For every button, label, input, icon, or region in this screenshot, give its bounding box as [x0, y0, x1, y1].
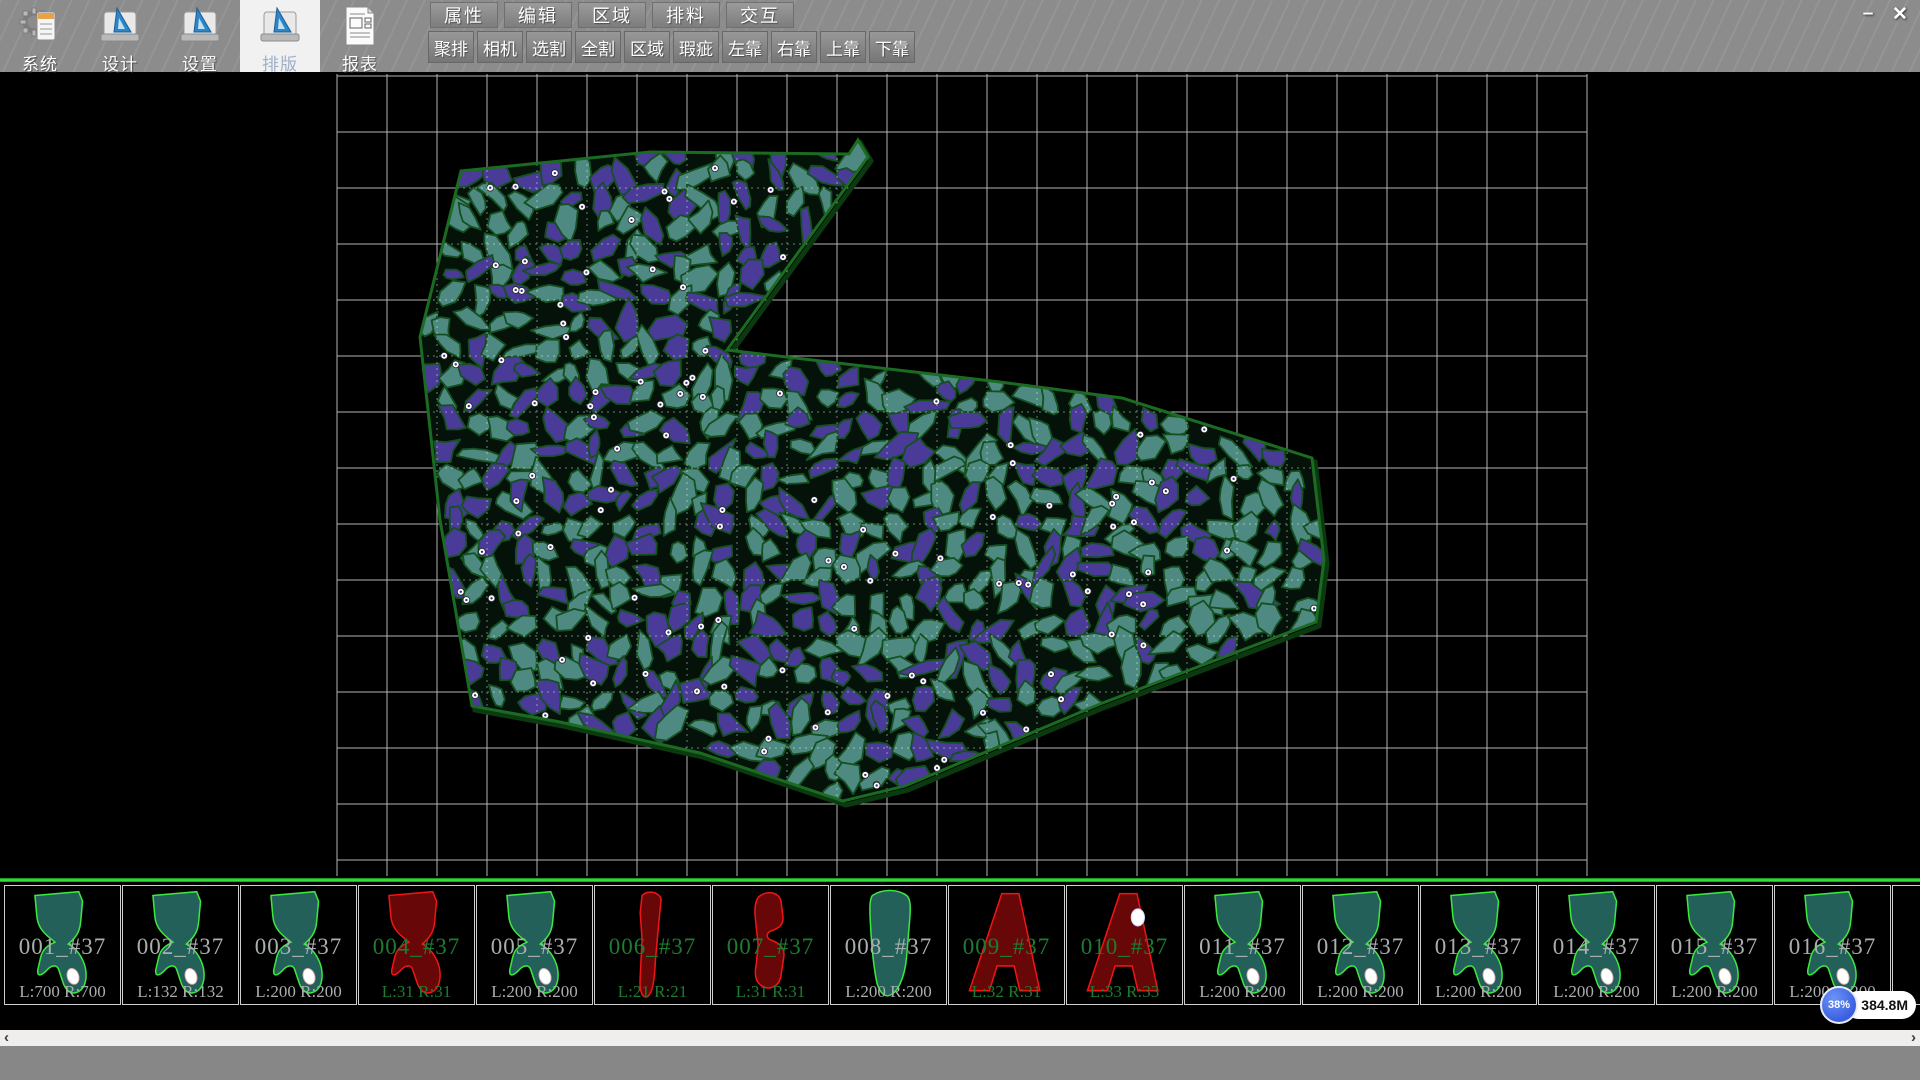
menu-button-row2-3[interactable]: 全割	[575, 31, 621, 63]
menu-button-row2-6[interactable]: 左靠	[722, 31, 768, 63]
piece-lr-count: L:200 R:200	[1539, 982, 1654, 1002]
piece-id: 002_#37	[123, 934, 238, 960]
piece-lr-count: L:700 R:700	[5, 982, 120, 1002]
piece-lr-count: L:200 R:200	[1185, 982, 1300, 1002]
piece-thumbnail[interactable]: 005_#37 L:200 R:200	[476, 885, 593, 1005]
piece-id: 011_#37	[1185, 934, 1300, 960]
menu-button-row2-2[interactable]: 选割	[526, 31, 572, 63]
tab-settings[interactable]: 设置	[160, 0, 240, 72]
piece-thumbnail[interactable]: 004_#37 L:31 R:31	[358, 885, 475, 1005]
menu-row-2: 聚排相机选割全割区域瑕疵左靠右靠上靠下靠	[428, 31, 918, 63]
menu-button-row2-7[interactable]: 右靠	[771, 31, 817, 63]
piece-thumbnail[interactable]: 006_#37 L:21 R:21	[594, 885, 711, 1005]
piece-thumbnail[interactable]: 008_#37 L:200 R:200	[830, 885, 947, 1005]
main-tabbar: 系统设计设置排版报表	[0, 0, 400, 72]
tab-report[interactable]: 报表	[320, 0, 400, 72]
menu-button-row2-8[interactable]: 上靠	[820, 31, 866, 63]
menu-button-row1-1[interactable]: 编辑	[504, 2, 572, 28]
piece-lr-count: L:200 R:200	[1657, 982, 1772, 1002]
piece-id: 010_#37	[1067, 934, 1182, 960]
piece-id: 015_#37	[1657, 934, 1772, 960]
piece-id: 009_#37	[949, 934, 1064, 960]
menu-button-row2-1[interactable]: 相机	[477, 31, 523, 63]
piece-lr-count: L:200 R:200	[1303, 982, 1418, 1002]
piece-lr-count: L:200 R:200	[241, 982, 356, 1002]
menu-button-row1-4[interactable]: 交互	[726, 2, 794, 28]
piece-lr-count: L:33 R:33	[1067, 982, 1182, 1002]
report-icon	[337, 4, 383, 48]
memory-value: 384.8M	[1861, 997, 1908, 1013]
menu-button-row1-0[interactable]: 属性	[430, 2, 498, 28]
piece-thumbnail[interactable]: 002_#37 L:132 R:132	[122, 885, 239, 1005]
piece-id: 016_#37	[1775, 934, 1890, 960]
piece-shape	[1895, 886, 1920, 1004]
horizontal-scrollbar[interactable]: ‹ ›	[0, 1030, 1920, 1046]
piece-thumbnail[interactable]: 009_#37 L:32 R:31	[948, 885, 1065, 1005]
nesting-canvas[interactable]	[0, 72, 1920, 878]
piece-thumbnail[interactable]: 012_#37 L:200 R:200	[1302, 885, 1419, 1005]
piece-id: 005_#37	[477, 934, 592, 960]
piece-id: 004_#37	[359, 934, 474, 960]
piece-lr-count: L:200 R:200	[1421, 982, 1536, 1002]
piece-lr-count: L:31 R:31	[713, 982, 828, 1002]
scroll-left-icon[interactable]: ‹	[0, 1031, 13, 1045]
utilization-percent: 38%	[1828, 999, 1850, 1011]
menu-button-row2-5[interactable]: 瑕疵	[673, 31, 719, 63]
scroll-right-icon[interactable]: ›	[1907, 1031, 1920, 1045]
piece-id: 003_#37	[241, 934, 356, 960]
utilization-badge: 38%	[1820, 986, 1858, 1024]
piece-thumbnail[interactable]: 013_#37 L:200 R:200	[1420, 885, 1537, 1005]
close-button[interactable]: ✕	[1884, 2, 1916, 26]
piece-lr-count: L:200 R:200	[831, 982, 946, 1002]
window-controls: – ✕	[1852, 2, 1916, 26]
menu-row-1: 属性编辑区域排料交互	[430, 2, 800, 28]
piece-thumbnail[interactable]: 007_#37 L:31 R:31	[712, 885, 829, 1005]
piece-thumbnail[interactable]: 003_#37 L:200 R:200	[240, 885, 357, 1005]
piece-id: 012_#37	[1303, 934, 1418, 960]
minimize-button[interactable]: –	[1852, 2, 1884, 26]
tab-design[interactable]: 设计	[80, 0, 160, 72]
piece-lr-count: L:200 R:200	[477, 982, 592, 1002]
piece-thumbnail[interactable]	[1892, 885, 1920, 1005]
bottom-bar	[0, 1046, 1920, 1080]
menu-button-row2-9[interactable]: 下靠	[869, 31, 915, 63]
menu-button-row1-2[interactable]: 区域	[578, 2, 646, 28]
system-icon	[17, 4, 63, 48]
piece-id: 001_#37	[5, 934, 120, 960]
piece-lr-count: L:132 R:132	[123, 982, 238, 1002]
application-window: 系统设计设置排版报表 属性编辑区域排料交互 聚排相机选割全割区域瑕疵左靠右靠上靠…	[0, 0, 1920, 1080]
piece-lr-count: L:31 R:31	[359, 982, 474, 1002]
piece-thumbnail[interactable]: 014_#37 L:200 R:200	[1538, 885, 1655, 1005]
layout-icon	[257, 4, 303, 48]
menu-button-row2-0[interactable]: 聚排	[428, 31, 474, 63]
piece-id: 006_#37	[595, 934, 710, 960]
piece-id: 014_#37	[1539, 934, 1654, 960]
piece-thumbnail[interactable]: 010_#37 L:33 R:33	[1066, 885, 1183, 1005]
piece-thumbnail[interactable]: 011_#37 L:200 R:200	[1184, 885, 1301, 1005]
toolbar: 系统设计设置排版报表 属性编辑区域排料交互 聚排相机选割全割区域瑕疵左靠右靠上靠…	[0, 0, 1920, 72]
menu-button-row2-4[interactable]: 区域	[624, 31, 670, 63]
piece-lr-count: L:21 R:21	[595, 982, 710, 1002]
piece-thumbnail[interactable]: 015_#37 L:200 R:200	[1656, 885, 1773, 1005]
tab-system[interactable]: 系统	[0, 0, 80, 72]
piece-id: 013_#37	[1421, 934, 1536, 960]
piece-thumbnail-strip: 001_#37L:700 R:700002_#37L:132 R:132003_…	[0, 882, 1920, 1008]
design-icon	[97, 4, 143, 48]
tab-layout[interactable]: 排版	[240, 0, 320, 72]
piece-thumbnail[interactable]: 001_#37 L:700 R:700	[4, 885, 121, 1005]
piece-id: 007_#37	[713, 934, 828, 960]
settings-icon	[177, 4, 223, 48]
piece-id: 008_#37	[831, 934, 946, 960]
piece-lr-count: L:32 R:31	[949, 982, 1064, 1002]
menu-button-row1-3[interactable]: 排料	[652, 2, 720, 28]
